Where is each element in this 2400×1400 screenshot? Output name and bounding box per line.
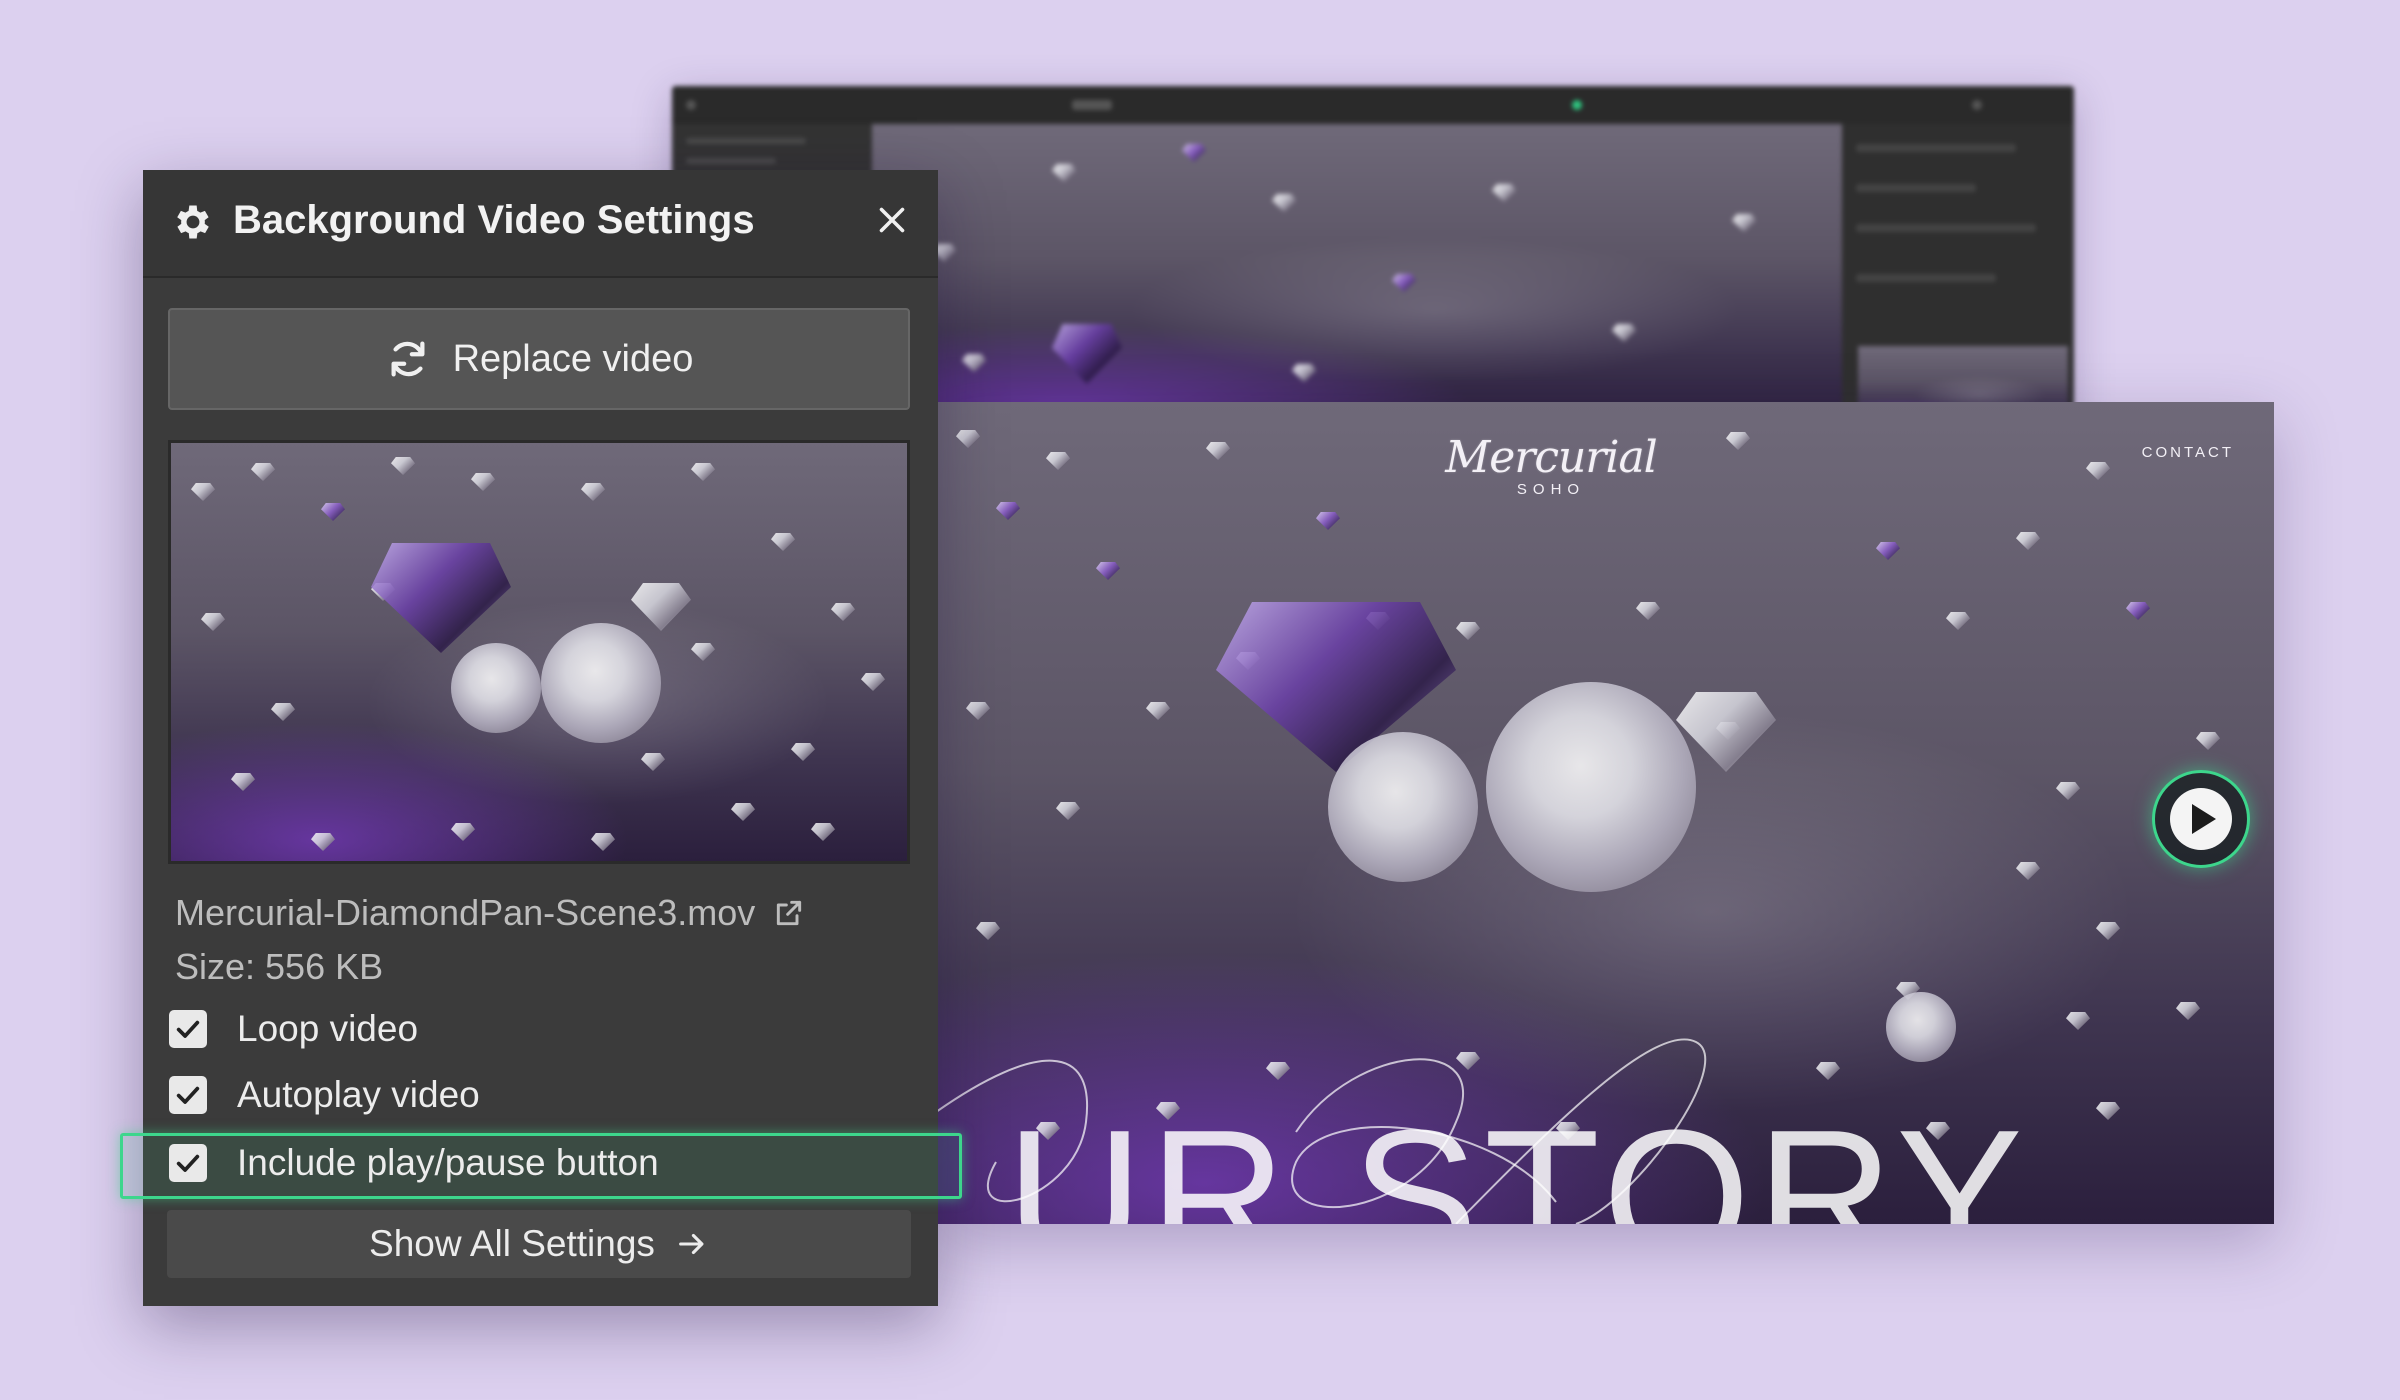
video-thumbnail bbox=[168, 440, 910, 864]
refresh-icon bbox=[391, 341, 425, 377]
include-play-pause-label: Include play/pause button bbox=[237, 1142, 659, 1183]
replace-video-label: Replace video bbox=[452, 337, 694, 380]
loop-video-checkbox[interactable] bbox=[169, 1010, 207, 1048]
loop-video-option[interactable]: Loop video bbox=[165, 998, 925, 1060]
play-icon bbox=[2170, 788, 2232, 850]
site-preview: UR STORY Mercurial SOHO CONTACT bbox=[936, 402, 2274, 1224]
video-file-size: Size: 556 KB bbox=[175, 946, 384, 987]
editor-canvas bbox=[872, 124, 1842, 424]
video-file-name[interactable]: Mercurial-DiamondPan-Scene3.mov bbox=[175, 892, 805, 934]
autoplay-video-label: Autoplay video bbox=[237, 1074, 480, 1115]
include-play-pause-option[interactable]: Include play/pause button bbox=[165, 1132, 925, 1194]
close-icon bbox=[879, 207, 905, 233]
panel-title: Background Video Settings bbox=[233, 198, 755, 242]
loop-video-label: Loop video bbox=[237, 1008, 419, 1049]
arrow-right-icon bbox=[679, 1233, 704, 1255]
close-button[interactable] bbox=[868, 196, 916, 244]
autoplay-video-checkbox[interactable] bbox=[169, 1076, 207, 1114]
site-logo[interactable]: Mercurial SOHO bbox=[1436, 432, 1666, 498]
logo-script: Mercurial bbox=[1445, 432, 1658, 483]
editor-settings-panel bbox=[1842, 124, 2074, 424]
editor-toolbar bbox=[672, 86, 2074, 125]
check-icon bbox=[176, 1020, 200, 1038]
replace-video-button[interactable]: Replace video bbox=[168, 308, 910, 410]
logo-subtitle: SOHO bbox=[1516, 481, 1586, 498]
check-icon bbox=[176, 1086, 200, 1104]
file-name-text: Mercurial-DiamondPan-Scene3.mov bbox=[175, 892, 756, 933]
external-link-icon[interactable] bbox=[773, 897, 805, 929]
hero-headline: UR STORY bbox=[1006, 1091, 2029, 1224]
gear-icon bbox=[177, 205, 209, 239]
show-all-settings-label: Show All Settings bbox=[369, 1223, 655, 1264]
show-all-settings-button[interactable]: Show All Settings bbox=[167, 1210, 911, 1278]
include-play-pause-checkbox[interactable] bbox=[169, 1144, 207, 1182]
contact-link[interactable]: CONTACT bbox=[2142, 444, 2234, 461]
panel-header: Background Video Settings bbox=[143, 170, 938, 278]
check-icon bbox=[176, 1154, 200, 1172]
autoplay-video-option[interactable]: Autoplay video bbox=[165, 1064, 925, 1126]
play-pause-button[interactable] bbox=[2152, 770, 2250, 868]
background-video-settings-panel: Background Video Settings Replace video bbox=[120, 170, 962, 1306]
